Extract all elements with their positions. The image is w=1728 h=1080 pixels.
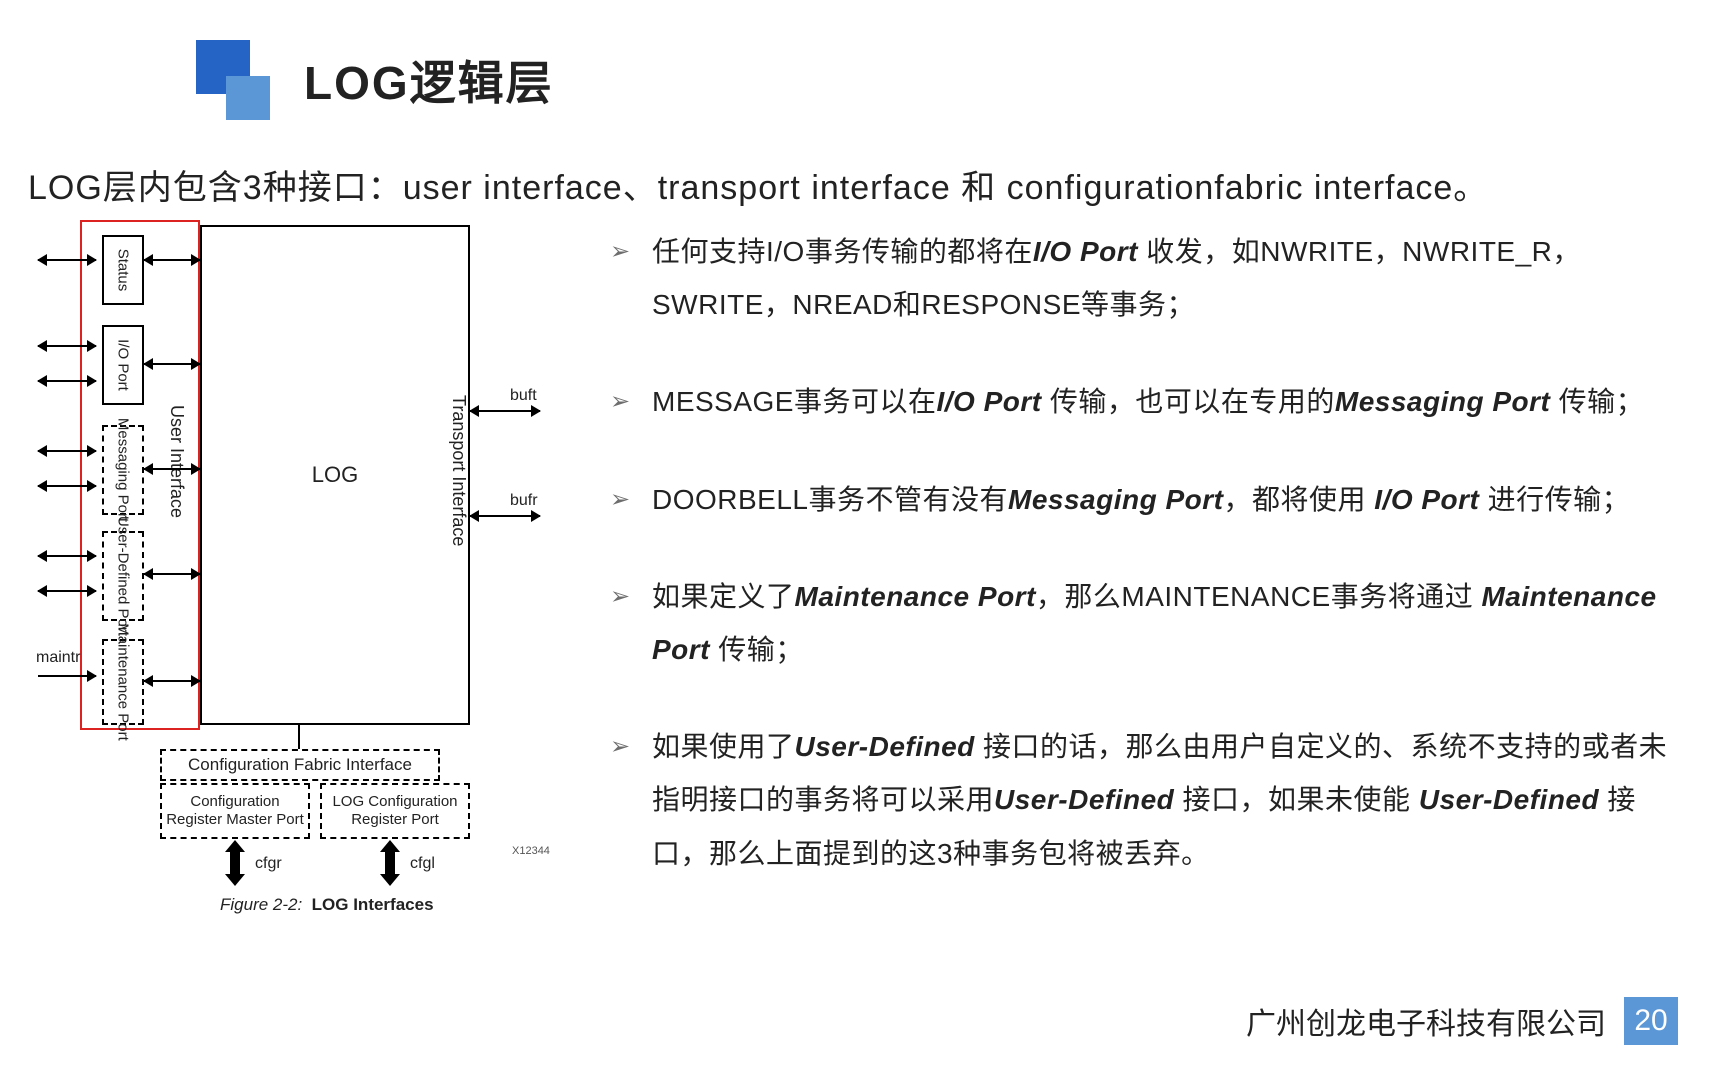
figure-caption: Figure 2-2: LOG Interfaces bbox=[220, 895, 434, 915]
status-port: Status bbox=[102, 235, 144, 305]
arrow-icon bbox=[38, 259, 96, 261]
arrow-icon bbox=[380, 840, 400, 886]
header: LOG逻辑层 bbox=[190, 40, 554, 120]
list-item: 任何支持I/O事务传输的都将在I/O Port 收发，如NWRITE，NWRIT… bbox=[610, 225, 1690, 331]
user-interface-label: User Interface bbox=[166, 405, 187, 518]
page-number-badge: 20 bbox=[1624, 997, 1678, 1045]
messaging-port: Messaging Port bbox=[102, 425, 144, 515]
cfgl-label: cfgl bbox=[410, 855, 435, 873]
intro-text: LOG层内包含3种接口：user interface、transport int… bbox=[28, 160, 1488, 209]
arrow-icon bbox=[144, 259, 200, 261]
list-item: DOORBELL事务不管有没有Messaging Port，都将使用 I/O P… bbox=[610, 473, 1690, 526]
arrow-icon bbox=[225, 840, 245, 886]
arrow-icon bbox=[38, 380, 96, 382]
maintr-label: maintr bbox=[36, 649, 80, 667]
transport-interface-label: Transport Interface bbox=[448, 395, 469, 546]
arrow-icon bbox=[38, 485, 96, 487]
arrow-icon bbox=[144, 468, 200, 470]
bullet-list: 任何支持I/O事务传输的都将在I/O Port 收发，如NWRITE，NWRIT… bbox=[610, 225, 1690, 924]
xref-label: X12344 bbox=[512, 845, 550, 857]
list-item: 如果使用了User-Defined 接口的话，那么由用户自定义的、系统不支持的或… bbox=[610, 720, 1690, 880]
arrow-icon bbox=[38, 675, 96, 677]
log-config-port: LOG Configuration Register Port bbox=[320, 783, 470, 839]
arrow-icon bbox=[144, 573, 200, 575]
arrow-icon bbox=[470, 515, 540, 517]
arrow-icon bbox=[144, 680, 200, 682]
arrow-icon bbox=[38, 450, 96, 452]
company-name: 广州创龙电子科技有限公司 bbox=[1246, 999, 1606, 1043]
arrow-icon bbox=[144, 363, 200, 365]
list-item: 如果定义了Maintenance Port，那么MAINTENANCE事务将通过… bbox=[610, 570, 1690, 676]
io-port: I/O Port bbox=[102, 325, 144, 405]
arrow-icon bbox=[38, 590, 96, 592]
arrow-icon bbox=[470, 410, 540, 412]
buft-label: buft bbox=[510, 387, 537, 405]
log-block-label: LOG bbox=[312, 462, 358, 488]
connector bbox=[298, 725, 300, 749]
config-fabric-label: Configuration Fabric Interface bbox=[160, 749, 440, 781]
arrow-icon bbox=[38, 555, 96, 557]
maintenance-port: Maintenance Port bbox=[102, 639, 144, 725]
logo-icon bbox=[190, 40, 274, 120]
config-master-port: Configuration Register Master Port bbox=[160, 783, 310, 839]
arrow-icon bbox=[38, 345, 96, 347]
footer: 广州创龙电子科技有限公司 20 bbox=[1246, 997, 1678, 1045]
page-title: LOG逻辑层 bbox=[304, 47, 554, 113]
log-block: LOG bbox=[200, 225, 470, 725]
log-interfaces-diagram: LOG User Interface Transport Interface S… bbox=[30, 225, 550, 855]
cfgr-label: cfgr bbox=[255, 855, 282, 873]
list-item: MESSAGE事务可以在I/O Port 传输，也可以在专用的Messaging… bbox=[610, 375, 1690, 428]
user-defined-port: User-Defined Port bbox=[102, 531, 144, 621]
bufr-label: bufr bbox=[510, 492, 538, 510]
